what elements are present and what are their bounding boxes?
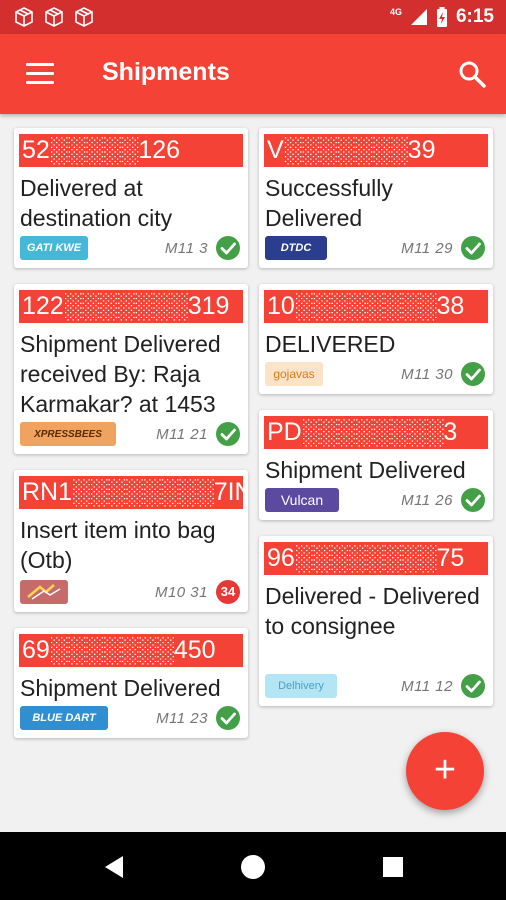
shipment-status: Delivered at destination city xyxy=(20,175,173,231)
shipment-card[interactable]: V░░░░░░░39 Successfully Delivered DTDC M… xyxy=(259,128,493,268)
status-bar: 4G 6:15 xyxy=(0,0,506,34)
shipment-status: Shipment Delivered received By: Raja Kar… xyxy=(20,331,221,417)
shipment-card[interactable]: 69░░░░░░░450 Shipment Delivered BLUE DAR… xyxy=(14,628,248,738)
shipment-status: Delivered - Delivered to consignee xyxy=(265,583,480,639)
courier-logo: Delhivery xyxy=(265,674,337,698)
back-icon[interactable] xyxy=(99,852,129,882)
tracking-number: 10░░░░░░░░38 xyxy=(264,290,488,323)
delivered-check-icon xyxy=(216,706,240,730)
tracking-number: 52░░░░░126 xyxy=(19,134,243,167)
add-icon: + xyxy=(433,749,457,791)
shipment-date: M11 3 xyxy=(164,240,208,257)
tracking-number: 69░░░░░░░450 xyxy=(19,634,243,667)
package-icon xyxy=(45,7,63,27)
network-type-label: 4G xyxy=(389,7,402,17)
navigation-bar xyxy=(0,832,506,900)
delivered-check-icon xyxy=(216,236,240,260)
shipment-card[interactable]: 10░░░░░░░░38 DELIVERED gojavas M11 30 xyxy=(259,284,493,394)
shipment-date: M11 23 xyxy=(156,710,208,727)
shipment-card[interactable]: 122░░░░░░░319 Shipment Delivered receive… xyxy=(14,284,248,454)
courier-logo: DTDC xyxy=(265,236,327,260)
menu-icon[interactable] xyxy=(26,63,54,85)
courier-logo: XPRESSBEES xyxy=(20,422,116,446)
signal-icon xyxy=(410,9,427,25)
shipment-status: Shipment Delivered xyxy=(265,457,466,483)
clock: 6:15 xyxy=(455,6,494,27)
app-bar: Shipments xyxy=(0,34,506,114)
tracking-number: V░░░░░░░39 xyxy=(264,134,488,167)
shipment-date: M11 26 xyxy=(401,492,453,509)
shipments-list: 52░░░░░126 Delivered at destination city… xyxy=(0,114,506,832)
notification-icons xyxy=(14,7,94,27)
shipment-card[interactable]: RN1░░░░░░░░7IN Insert item into bag (Otb… xyxy=(14,470,248,612)
courier-logo: Vulcan xyxy=(265,488,339,512)
delivered-check-icon xyxy=(461,236,485,260)
courier-logo: gojavas xyxy=(265,362,323,386)
unread-count-badge: 34 xyxy=(216,580,240,604)
courier-logo: BLUE DART xyxy=(20,706,108,730)
shipment-status: DELIVERED xyxy=(265,331,396,357)
recents-icon[interactable] xyxy=(378,852,408,882)
package-icon xyxy=(75,7,93,27)
shipment-status: Successfully Delivered xyxy=(265,175,393,231)
tracking-number: 122░░░░░░░319 xyxy=(19,290,243,323)
shipment-status: Insert item into bag (Otb) xyxy=(20,517,216,573)
shipment-date: M11 21 xyxy=(156,426,208,443)
shipment-date: M11 29 xyxy=(401,240,453,257)
search-icon[interactable] xyxy=(458,60,486,88)
add-shipment-button[interactable]: + xyxy=(406,732,484,810)
shipment-date: M11 12 xyxy=(401,678,453,695)
tracking-number: 96░░░░░░░░75 xyxy=(264,542,488,575)
shipment-card[interactable]: 52░░░░░126 Delivered at destination city… xyxy=(14,128,248,268)
tracking-number: RN1░░░░░░░░7IN xyxy=(19,476,243,509)
battery-icon xyxy=(436,7,447,27)
tracking-number: PD░░░░░░░░3 xyxy=(264,416,488,449)
delivered-check-icon xyxy=(461,488,485,512)
delivered-check-icon xyxy=(216,422,240,446)
shipment-card[interactable]: PD░░░░░░░░3 Shipment Delivered Vulcan M1… xyxy=(259,410,493,520)
shipment-card[interactable]: 96░░░░░░░░75 Delivered - Delivered to co… xyxy=(259,536,493,706)
delivered-check-icon xyxy=(461,362,485,386)
package-icon xyxy=(15,7,33,27)
courier-logo: GATI KWE xyxy=(20,236,88,260)
courier-logo xyxy=(20,580,68,604)
page-title: Shipments xyxy=(102,58,230,86)
home-icon[interactable] xyxy=(238,852,268,882)
shipment-date: M10 31 xyxy=(154,584,208,601)
shipment-status: Shipment Delivered xyxy=(20,675,221,701)
shipment-date: M11 30 xyxy=(401,366,453,383)
delivered-check-icon xyxy=(461,674,485,698)
